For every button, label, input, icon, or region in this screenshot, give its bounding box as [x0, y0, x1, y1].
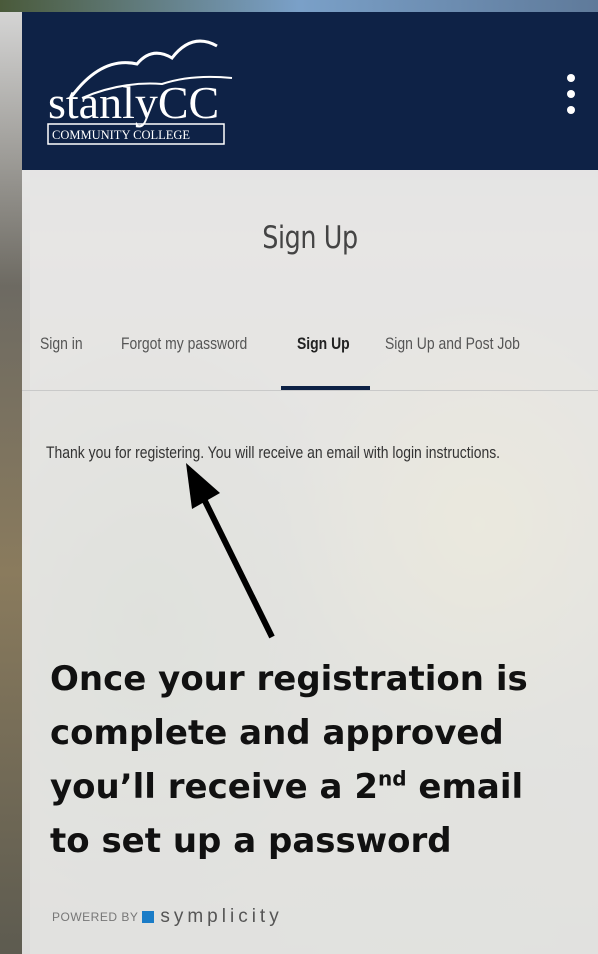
symplicity-logo-icon [142, 911, 155, 923]
annotation-text: Once your registration is complete and a… [50, 652, 598, 868]
tab-forgot-password[interactable]: Forgot my password [121, 334, 247, 354]
signup-card: stanlyCC COMMUNITY COLLEGE Sign Up Sign … [22, 12, 598, 954]
annotation-line-2: complete and approved [50, 713, 504, 753]
tab-sign-in[interactable]: Sign in [40, 334, 83, 354]
confirmation-message: Thank you for registering. You will rece… [46, 443, 501, 462]
tab-sign-up[interactable]: Sign Up [297, 334, 350, 354]
annotation-line-3: you’ll receive a 2nd email [50, 766, 524, 807]
logo-graphic: stanlyCC COMMUNITY COLLEGE [47, 39, 233, 145]
powered-by-footer: POWERED BY symplicity [52, 906, 283, 928]
college-logo[interactable]: stanlyCC COMMUNITY COLLEGE [42, 26, 252, 148]
background-sky [0, 0, 598, 12]
page-title: Sign Up [262, 220, 358, 256]
powered-by-label: POWERED BY [52, 910, 139, 924]
tab-sign-up-post-job[interactable]: Sign Up and Post Job [385, 334, 520, 354]
logo-main-text: stanlyCC [48, 77, 219, 128]
annotation-line-4: to set up a password [50, 821, 452, 861]
tab-bar: Sign in Forgot my password Sign Up Sign … [22, 322, 598, 391]
header-bar: stanlyCC COMMUNITY COLLEGE [22, 12, 598, 170]
symplicity-brand[interactable]: symplicity [160, 906, 282, 928]
active-tab-indicator [281, 386, 370, 390]
kebab-menu-icon[interactable] [565, 74, 577, 124]
annotation-arrow-icon [186, 463, 275, 639]
annotation-line-1: Once your registration is [50, 659, 528, 699]
logo-sub-text: COMMUNITY COLLEGE [52, 128, 190, 142]
